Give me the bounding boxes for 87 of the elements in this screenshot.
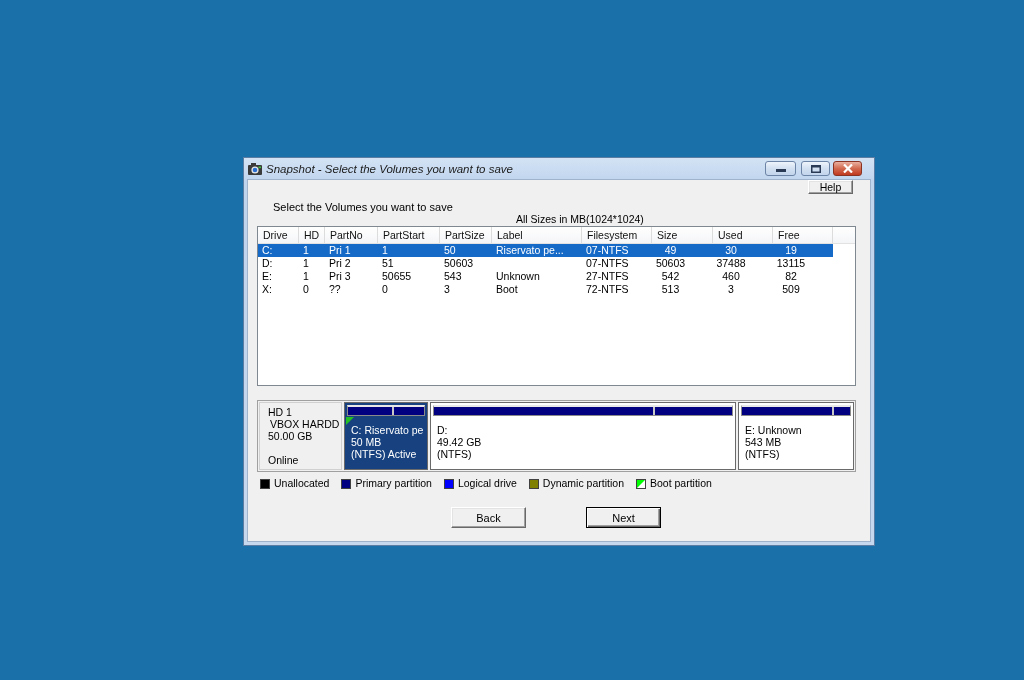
column-header[interactable]: PartNo [325,227,378,243]
column-header[interactable]: Used [713,227,773,243]
table-row[interactable]: X: 0 ?? 0 3 Boot 72-NTFS 513 3 509 [258,283,833,296]
table-cell-text: 72-NTFS [585,283,630,296]
window-title: Snapshot - Select the Volumes you want to save [266,162,513,175]
close-icon [842,164,853,173]
partition-block[interactable]: E: Unknown 543 MB (NTFS) [738,402,854,470]
partition-text: D: [437,424,448,436]
table-cell-text: Pri 2 [328,257,352,270]
partition-text: 50 MB [351,436,382,448]
table-cell-text: X: [261,283,273,296]
column-header[interactable]: Drive [258,227,299,243]
wizard-button[interactable]: Next [586,507,661,528]
table-cell-text: 13115 [775,257,807,270]
table-cell-text: 50655 [381,270,413,283]
legend-label: Logical drive [457,478,517,489]
minimize-button[interactable] [765,161,796,176]
disk-model: VBOX HARDD [269,418,340,430]
table-cell-text: 50603 [443,257,475,270]
close-button[interactable] [833,161,862,176]
table-row[interactable]: D: 1 Pri 2 51 50603 07-NTFS 50603 37488 13115 [258,257,833,270]
column-header[interactable]: Free [773,227,833,243]
camera-icon [247,160,263,177]
table-cell-text: 513 [660,283,681,296]
help-button[interactable]: Help [808,180,853,194]
table-cell-text: ?? [328,283,342,296]
table-cell-text: D: [261,257,274,270]
partition-text: 543 MB [745,436,782,448]
disk-name: HD 1 [268,406,292,418]
table-cell-text: 1 [302,244,310,257]
table-cell-text: 460 [721,270,741,283]
minimize-icon [775,169,786,172]
table-cell-text: Pri 3 [328,270,352,283]
table-cell-text: 3 [443,283,451,296]
maximize-icon [810,164,821,173]
partition-text: 49.42 GB [437,436,482,448]
partition-block[interactable]: C: Riservato pe 50 MB (NTFS) Active [344,402,428,470]
table-cell-text: 07-NTFS [585,244,630,257]
table-cell-text: 50 [443,244,457,257]
table-cell-text: Riservato pe... [495,244,565,257]
table-cell-text: 1 [302,270,310,283]
table-cell-text: 51 [381,257,395,270]
size-note: All Sizes in MB(1024*1024) [516,213,644,225]
column-header[interactable]: Label [492,227,582,243]
legend-label: Boot partition [650,478,712,489]
table-cell-text: 3 [727,283,735,296]
partition-text: (NTFS) Active [351,448,417,460]
partition-text: E: Unknown [745,424,802,436]
partition-text: C: Riservato pe [351,424,424,436]
column-header[interactable]: PartSize [440,227,492,243]
table-cell-text: E: [261,270,273,283]
partition-block[interactable]: D: 49.42 GB (NTFS) [430,402,736,470]
maximize-button[interactable] [801,161,830,176]
table-cell-text: 50603 [654,257,687,270]
table-cell-text: 19 [784,244,798,257]
table-cell-text: 0 [381,283,389,296]
table-cell-text: 27-NTFS [585,270,630,283]
table-cell-text: 30 [724,244,738,257]
instruction-text: Select the Volumes you want to save [273,201,453,213]
table-cell-text: Unknown [495,270,541,283]
table-cell-text: 37488 [715,257,747,270]
partition-text: (NTFS) [745,448,780,460]
table-cell-text: 543 [443,270,463,283]
table-row[interactable]: E: 1 Pri 3 50655 543 Unknown 27-NTFS 542 460 82 [258,270,833,283]
table-cell-text: Pri 1 [328,244,352,257]
table-cell-text: 49 [663,244,678,257]
disk-capacity: 50.00 GB [268,430,313,442]
table-cell-text: 542 [660,270,681,283]
column-header[interactable]: HD [299,227,325,243]
partition-text: (NTFS) [437,448,472,460]
table-cell-text: 82 [784,270,798,283]
table-cell-text: 1 [381,244,389,257]
column-header[interactable]: Size [652,227,713,243]
legend-label: Primary partition [355,478,432,489]
table-cell-text: 509 [781,283,801,296]
table-cell-text: 1 [302,257,310,270]
legend-label: Dynamic partition [542,478,624,489]
wizard-button[interactable]: Back [451,507,526,528]
table-cell-text: Boot [495,283,519,296]
table-row[interactable]: C: 1 Pri 1 1 50 Riservato pe... 07-NTFS 49 30 19 [258,244,833,257]
column-header[interactable]: Filesystem [582,227,652,243]
table-cell-text: 0 [302,283,310,296]
column-header[interactable]: PartStart [378,227,440,243]
table-cell-text: 07-NTFS [585,257,630,270]
table-cell-text: C: [261,244,274,257]
disk-status: Online [268,454,299,466]
legend-label: Unallocated [274,478,330,489]
